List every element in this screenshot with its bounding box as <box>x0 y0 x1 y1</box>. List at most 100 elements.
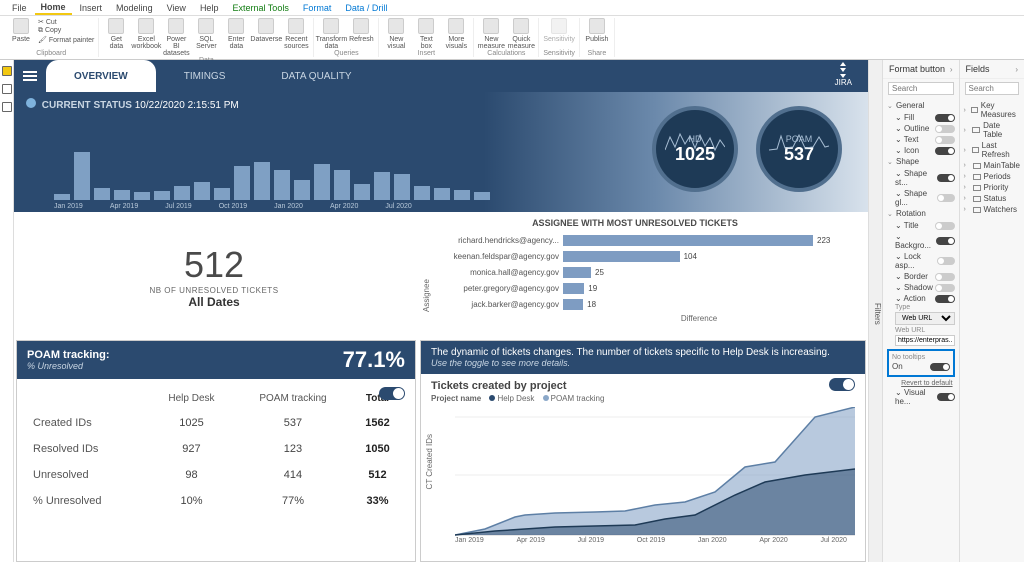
tooltip-toggle-row[interactable]: On <box>892 361 950 372</box>
assignee-bar-row[interactable]: jack.barker@agency.gov18 <box>435 296 848 312</box>
status-bar[interactable] <box>434 188 450 200</box>
copy-button[interactable]: ⧉ Copy <box>38 27 94 35</box>
table-toggle[interactable] <box>379 387 405 400</box>
status-bar[interactable] <box>314 164 330 200</box>
line-chart-card[interactable]: Tickets created by project Project name … <box>421 374 865 561</box>
assignee-bar-row[interactable]: peter.gregory@agency.gov19 <box>435 280 848 296</box>
status-bar[interactable] <box>414 186 430 200</box>
cut-button[interactable]: ✂ Cut <box>38 18 94 26</box>
hamburger-icon[interactable] <box>14 75 46 77</box>
status-bar[interactable] <box>354 184 370 200</box>
status-bar[interactable] <box>254 162 270 200</box>
field-item[interactable]: ›MainTable <box>964 160 1020 171</box>
tab-timings[interactable]: TIMINGS <box>156 60 254 92</box>
prop-text[interactable]: ⌄ Text <box>887 134 955 145</box>
table-row[interactable]: Created IDs10255371562 <box>29 410 403 436</box>
status-bar[interactable] <box>54 194 70 200</box>
kpi-card[interactable]: 512 NB OF UNRESOLVED TICKETS All Dates <box>14 212 414 340</box>
ribbon-tab-modeling[interactable]: Modeling <box>110 2 159 14</box>
field-item[interactable]: ›Watchers <box>964 204 1020 215</box>
ribbon-tab-home[interactable]: Home <box>35 1 72 15</box>
status-bar[interactable] <box>294 180 310 200</box>
enter-data-button[interactable]: Enter data <box>223 18 249 50</box>
prop-fill[interactable]: ⌄ Fill <box>887 112 955 123</box>
chart-toggle[interactable] <box>829 378 855 391</box>
prop-shape-st[interactable]: ⌄ Shape st... <box>887 168 955 188</box>
prop-shape[interactable]: ⌄Shape <box>887 156 955 167</box>
status-bar[interactable] <box>94 188 110 200</box>
prop-title[interactable]: ⌄ Title <box>887 220 955 231</box>
refresh-button[interactable]: Refresh <box>348 18 374 43</box>
prop-visual-header[interactable]: ⌄ Visual he... <box>887 387 955 407</box>
data-view-icon[interactable] <box>2 84 12 94</box>
status-bar[interactable] <box>214 188 230 200</box>
filters-pane-collapsed[interactable]: Filters <box>869 60 883 562</box>
summary-table[interactable]: Help Desk POAM tracking Total Created ID… <box>17 379 415 522</box>
hd-circle[interactable]: HD 1025 <box>652 106 738 192</box>
type-select[interactable]: Web URL <box>895 312 955 325</box>
assignee-bar-row[interactable]: keenan.feldspar@agency.gov104 <box>435 248 848 264</box>
textbox-button[interactable]: Text box <box>413 18 439 50</box>
status-bar[interactable] <box>474 192 490 200</box>
prop-background[interactable]: ⌄ Backgro... <box>887 231 955 251</box>
assignee-bar-row[interactable]: richard.hendricks@agency...223 <box>435 232 848 248</box>
tab-overview[interactable]: OVERVIEW <box>46 60 156 92</box>
new-measure-button[interactable]: New measure <box>478 18 504 50</box>
table-row[interactable]: % Unresolved10%77%33% <box>29 488 403 514</box>
ribbon-tab-datadrill[interactable]: Data / Drill <box>339 2 393 14</box>
poam-circle[interactable]: POAM 537 <box>756 106 842 192</box>
ribbon-tab-format[interactable]: Format <box>297 2 338 14</box>
sensitivity-button[interactable]: Sensitivity <box>546 18 572 43</box>
paste-button[interactable]: Paste <box>8 18 34 43</box>
field-item[interactable]: ›Last Refresh <box>964 140 1020 160</box>
prop-action[interactable]: ⌄ Action <box>887 293 955 304</box>
status-bar[interactable] <box>374 172 390 200</box>
field-item[interactable]: ›Key Measures <box>964 100 1020 120</box>
status-bar[interactable] <box>234 166 250 200</box>
excel-button[interactable]: Excel workbook <box>133 18 159 50</box>
more-visuals-button[interactable]: More visuals <box>443 18 469 50</box>
status-bar[interactable] <box>194 182 210 200</box>
collapse-icon[interactable]: › <box>950 65 953 74</box>
weburl-input[interactable] <box>895 335 955 346</box>
table-row[interactable]: Unresolved98414512 <box>29 462 403 488</box>
publish-button[interactable]: Publish <box>584 18 610 43</box>
status-bar[interactable] <box>454 190 470 200</box>
ribbon-tab-file[interactable]: File <box>6 2 33 14</box>
prop-shadow[interactable]: ⌄ Shadow <box>887 282 955 293</box>
assignee-bar-row[interactable]: monica.hall@agency.gov25 <box>435 264 848 280</box>
field-item[interactable]: ›Status <box>964 193 1020 204</box>
status-bar[interactable] <box>274 170 290 200</box>
new-visual-button[interactable]: New visual <box>383 18 409 50</box>
status-bar[interactable] <box>334 170 350 200</box>
field-item[interactable]: ›Priority <box>964 182 1020 193</box>
report-view-icon[interactable] <box>2 66 12 76</box>
fields-search-input[interactable] <box>965 82 1019 95</box>
dataverse-button[interactable]: Dataverse <box>253 18 279 43</box>
status-bar[interactable] <box>174 186 190 200</box>
model-view-icon[interactable] <box>2 102 12 112</box>
status-bar[interactable] <box>74 152 90 200</box>
field-item[interactable]: ›Periods <box>964 171 1020 182</box>
tab-data-quality[interactable]: DATA QUALITY <box>253 60 379 92</box>
prop-rotation[interactable]: ⌄Rotation <box>887 208 955 219</box>
status-bar[interactable] <box>394 174 410 200</box>
status-bar[interactable] <box>114 190 130 200</box>
prop-border[interactable]: ⌄ Border <box>887 271 955 282</box>
prop-lock[interactable]: ⌄ Lock asp... <box>887 251 955 271</box>
get-data-button[interactable]: Get data <box>103 18 129 50</box>
transform-button[interactable]: Transform data <box>318 18 344 50</box>
assignee-chart[interactable]: ASSIGNEE WITH MOST UNRESOLVED TICKETS As… <box>414 212 868 340</box>
field-item[interactable]: ›Date Table <box>964 120 1020 140</box>
prop-shape-gl[interactable]: ⌄ Shape gl... <box>887 188 955 208</box>
status-bar[interactable] <box>154 191 170 200</box>
collapse-icon[interactable]: › <box>1015 65 1018 74</box>
quick-measure-button[interactable]: Quick measure <box>508 18 534 50</box>
format-search-input[interactable] <box>888 82 954 95</box>
reset-default-link[interactable]: Revert to default <box>887 380 955 387</box>
format-painter-button[interactable]: 🖌 Format painter <box>38 36 94 44</box>
prop-icon[interactable]: ⌄ Icon <box>887 145 955 156</box>
sql-button[interactable]: SQL Server <box>193 18 219 50</box>
table-row[interactable]: Resolved IDs9271231050 <box>29 436 403 462</box>
prop-outline[interactable]: ⌄ Outline <box>887 123 955 134</box>
